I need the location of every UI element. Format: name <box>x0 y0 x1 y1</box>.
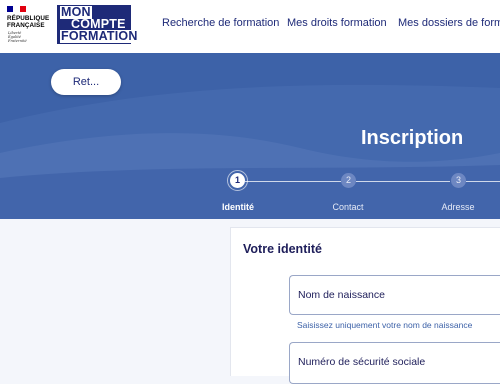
nav-item-mes-droits-formation[interactable]: Mes droits formation <box>287 17 387 29</box>
social-security-number-label: Numéro de sécurité sociale <box>298 356 426 368</box>
social-security-number-field[interactable]: Numéro de sécurité sociale <box>289 342 500 384</box>
republique-francaise-logo[interactable]: RÉPUBLIQUE FRANÇAISE Liberté Égalité Fra… <box>7 6 53 48</box>
brand-logo-line3: FORMATION <box>60 29 139 43</box>
stepper-connector <box>245 181 341 182</box>
stepper-connector <box>356 181 450 182</box>
inscription-banner: Ret... Inscription 1 2 3 Identité Contac… <box>0 53 500 219</box>
birth-name-field[interactable]: Nom de naissance <box>289 275 500 315</box>
page-title: Inscription <box>361 127 464 149</box>
identity-form-card: Votre identité Nom de naissance Saisisse… <box>230 227 500 384</box>
mon-compte-formation-logo[interactable]: MON COMPTE FORMATION <box>57 5 139 44</box>
republic-motto: Liberté Égalité Fraternité <box>8 31 27 44</box>
nav-item-mes-dossiers-formation[interactable]: Mes dossiers de formati <box>398 17 500 29</box>
french-flag-icon <box>7 6 26 12</box>
republic-logo-line2: FRANÇAISE <box>7 22 45 29</box>
step-2-indicator: 2 <box>341 173 356 188</box>
step-3-indicator: 3 <box>451 173 466 188</box>
step-1-indicator: 1 <box>227 170 248 191</box>
back-button[interactable]: Ret... <box>51 69 121 95</box>
republic-logo-line1: RÉPUBLIQUE <box>7 15 50 22</box>
step-1-label: Identité <box>221 202 254 212</box>
birth-name-hint: Saisissez uniquement votre nom de naissa… <box>297 320 473 330</box>
nav-item-recherche-formation[interactable]: Recherche de formation <box>162 17 279 29</box>
section-title: Votre identité <box>243 242 322 256</box>
birth-name-label: Nom de naissance <box>298 289 385 301</box>
top-header: RÉPUBLIQUE FRANÇAISE Liberté Égalité Fra… <box>0 0 500 54</box>
step-2-label: Contact <box>332 202 364 212</box>
step-3-label: Adresse <box>441 202 475 212</box>
stepper-connector <box>466 181 500 182</box>
